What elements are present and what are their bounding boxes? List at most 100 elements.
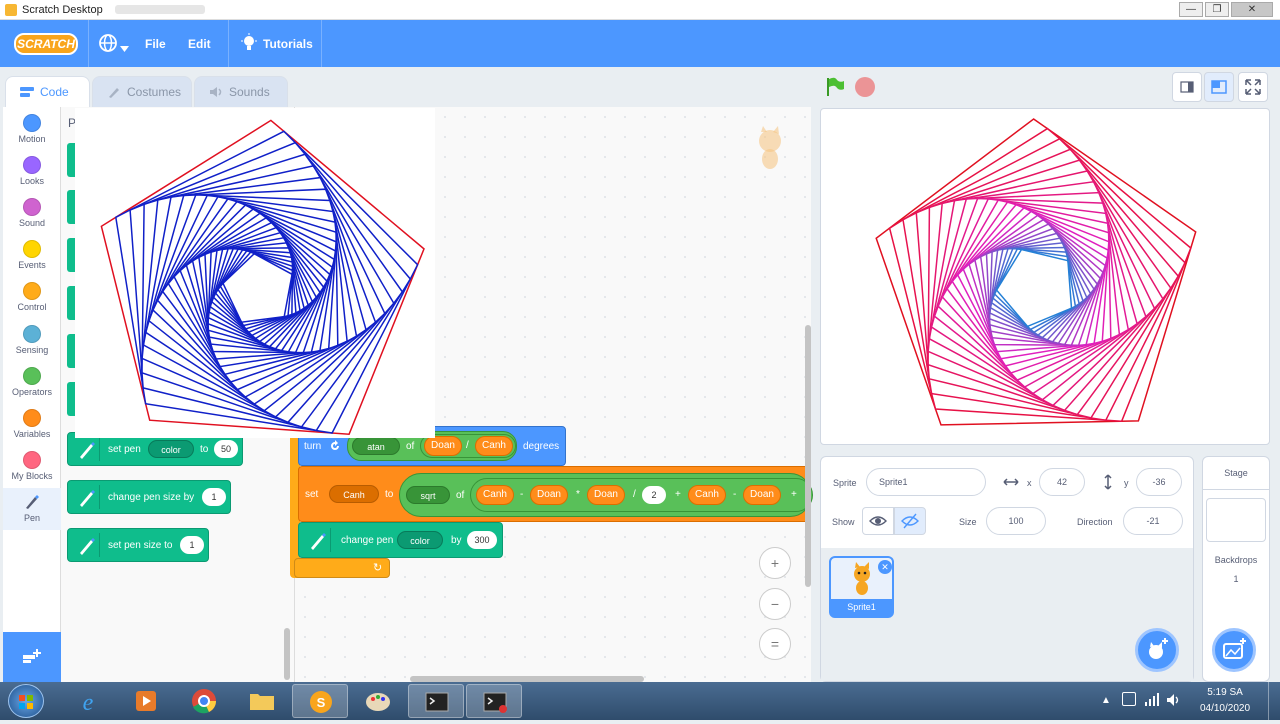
category-my-blocks[interactable]: My Blocks (3, 451, 61, 481)
category-sensing[interactable]: Sensing (3, 325, 61, 355)
category-looks[interactable]: Looks (3, 156, 61, 186)
y-input[interactable]: -36 (1136, 468, 1182, 496)
category-motion[interactable]: Motion (3, 114, 61, 144)
var-canh[interactable]: Canh (475, 436, 513, 456)
direction-input[interactable]: -21 (1123, 507, 1183, 535)
add-extension-button[interactable] (3, 632, 61, 682)
category-variables[interactable]: Variables (3, 409, 61, 439)
variable-dropdown[interactable]: Canh (329, 485, 379, 503)
loop-block-bottom[interactable]: ↻ (294, 558, 390, 578)
set-pen-size-block[interactable]: set pen size to 1 (67, 528, 209, 562)
menu-divider (321, 20, 322, 67)
script-vertical-scrollbar[interactable] (805, 325, 811, 587)
edit-menu[interactable]: Edit (188, 37, 211, 51)
block-stub[interactable] (67, 286, 75, 320)
start-button[interactable] (8, 684, 44, 718)
var-doan[interactable]: Doan (530, 485, 568, 505)
taskbar-media[interactable] (118, 684, 174, 718)
tab-sounds[interactable]: Sounds (194, 76, 288, 108)
zoom-in-button[interactable]: + (759, 547, 791, 579)
value-input[interactable]: 50 (214, 440, 238, 458)
minimize-button[interactable]: — (1179, 2, 1203, 17)
value-input[interactable]: 1 (180, 536, 204, 554)
stage-canvas[interactable] (820, 108, 1270, 445)
taskbar-cmd2[interactable] (466, 684, 522, 718)
small-stage-button[interactable] (1172, 72, 1202, 102)
tutorials-menu[interactable]: Tutorials (263, 37, 313, 51)
chevron-down-icon[interactable] (120, 39, 129, 57)
var-doan[interactable]: Doan (424, 436, 462, 456)
close-button[interactable]: ✕ (1231, 2, 1273, 17)
network-signal-icon[interactable] (1144, 693, 1160, 707)
var-doan[interactable]: Doan (743, 485, 781, 505)
zoom-out-button[interactable]: − (759, 588, 791, 620)
add-backdrop-button[interactable] (1212, 628, 1256, 672)
backdrop-thumbnail[interactable] (1206, 498, 1266, 542)
show-desktop-button[interactable] (1268, 682, 1280, 720)
pen-param-dropdown[interactable]: color (148, 440, 194, 458)
set-variable-block[interactable]: set Canh to sqrt of Canh - Doan * Doan /… (298, 466, 813, 522)
tab-code[interactable]: Code (5, 76, 90, 108)
speaker-icon (210, 87, 222, 97)
tray-device-icon[interactable] (1122, 692, 1136, 706)
category-pen[interactable]: Pen (3, 488, 61, 530)
file-menu[interactable]: File (145, 37, 166, 51)
hide-sprite-button[interactable] (894, 507, 926, 535)
taskbar-paint[interactable] (350, 684, 406, 718)
taskbar-cmd1[interactable] (408, 684, 464, 718)
pen-param-dropdown[interactable]: color (397, 531, 443, 549)
var-canh[interactable]: Canh (688, 485, 726, 505)
delete-sprite-icon[interactable]: ✕ (878, 560, 892, 574)
add-sprite-button[interactable] (1135, 628, 1179, 672)
backdrops-label: Backdrops (1214, 555, 1258, 565)
category-sound[interactable]: Sound (3, 198, 61, 228)
value-input[interactable]: 1 (202, 488, 226, 506)
tray-expand-icon[interactable]: ▲ (1101, 695, 1111, 706)
sqrt-reporter[interactable]: sqrt of Canh - Doan * Doan / 2 + Canh - … (399, 473, 813, 517)
math-func-dropdown[interactable]: sqrt (406, 486, 450, 504)
scratch-app-icon: S (310, 691, 332, 713)
globe-icon[interactable] (98, 33, 118, 53)
expression-reporter[interactable]: Canh - Doan * Doan / 2 + Canh - Doan + (470, 478, 813, 512)
change-pen-color-block[interactable]: change pen color by 300 (298, 522, 503, 558)
fullscreen-button[interactable] (1238, 72, 1268, 102)
category-operators[interactable]: Operators (3, 367, 61, 397)
change-pen-size-block[interactable]: change pen size by 1 (67, 480, 231, 514)
value-input[interactable]: 2 (642, 486, 666, 504)
category-events[interactable]: Events (3, 240, 61, 270)
block-stub[interactable] (67, 334, 75, 368)
chrome-icon (192, 689, 217, 714)
maximize-button[interactable]: ❐ (1205, 2, 1229, 17)
palette-scrollbar[interactable] (284, 628, 290, 680)
block-stub[interactable] (67, 382, 75, 416)
green-flag-icon[interactable] (824, 76, 846, 103)
zoom-reset-button[interactable]: = (759, 628, 791, 660)
x-input[interactable]: 42 (1039, 468, 1085, 496)
math-func-dropdown[interactable]: atan (352, 437, 400, 455)
category-control[interactable]: Control (3, 282, 61, 312)
taskbar-explorer[interactable] (234, 684, 290, 718)
clock-time[interactable]: 5:19 SA (1200, 687, 1250, 698)
block-stub[interactable] (67, 143, 75, 177)
scratch-logo[interactable]: SCRATCH (14, 33, 78, 55)
stop-icon[interactable] (855, 77, 875, 97)
taskbar-chrome[interactable] (176, 684, 232, 718)
taskbar-scratch[interactable]: S (292, 684, 348, 718)
volume-icon[interactable] (1166, 693, 1182, 707)
tab-costumes[interactable]: Costumes (92, 76, 192, 108)
sprite-thumbnail[interactable]: ✕ Sprite1 (829, 556, 894, 618)
y-label: y (1124, 478, 1129, 488)
taskbar-ie[interactable]: e (60, 684, 116, 718)
lightbulb-icon[interactable] (240, 33, 258, 53)
sprite-name-input[interactable]: Sprite1 (866, 468, 986, 496)
size-input[interactable]: 100 (986, 507, 1046, 535)
show-sprite-button[interactable] (862, 507, 894, 535)
var-canh[interactable]: Canh (476, 485, 514, 505)
block-stub[interactable] (67, 190, 75, 224)
large-stage-button[interactable] (1204, 72, 1234, 102)
clock-date[interactable]: 04/10/2020 (1196, 703, 1254, 714)
value-input[interactable]: 300 (467, 531, 497, 549)
pentagon-spiral-blue (100, 119, 425, 435)
block-stub[interactable] (67, 238, 75, 272)
var-doan[interactable]: Doan (587, 485, 625, 505)
